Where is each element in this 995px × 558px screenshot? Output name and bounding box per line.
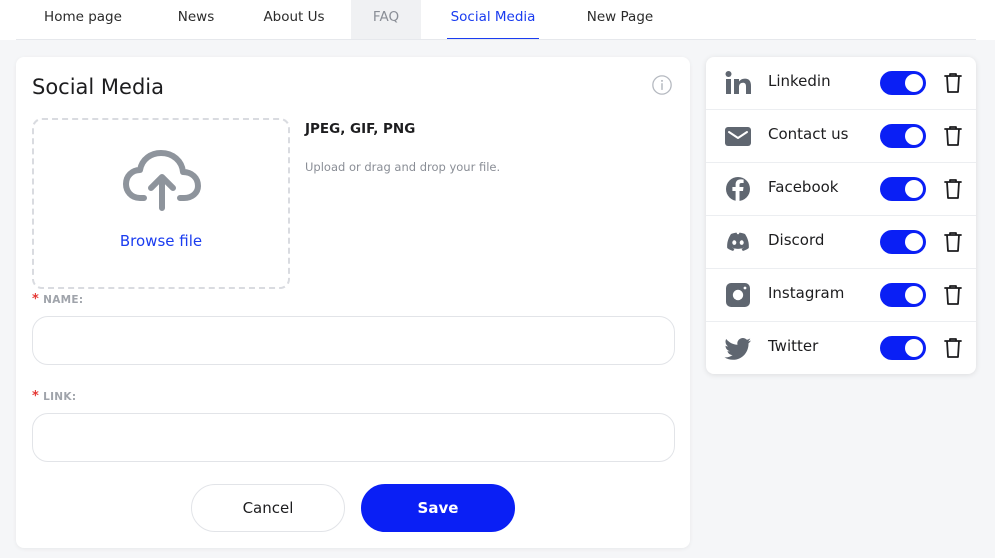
toggle-knob: [905, 74, 923, 92]
page-title: Social Media: [32, 75, 165, 99]
cloud-upload-icon: [123, 150, 201, 211]
toggle-knob: [905, 180, 923, 198]
tab-about-us[interactable]: About Us: [248, 0, 340, 40]
name-label-text: NAME:: [43, 294, 84, 306]
contact-us-label: Contact us: [768, 125, 849, 143]
tab-home-page[interactable]: Home page: [26, 0, 140, 40]
social-links-list: Linkedin Contact us Facebook Discord Ins…: [706, 57, 976, 374]
delete-twitter-trash-icon[interactable]: [943, 337, 963, 359]
facebook-icon: [726, 177, 750, 201]
tab-bar-divider: [16, 39, 976, 40]
file-drop-zone[interactable]: Browse file: [32, 118, 290, 289]
delete-discord-trash-icon[interactable]: [943, 231, 963, 253]
list-item-instagram: Instagram: [706, 269, 976, 322]
twitter-icon: [724, 338, 751, 360]
required-mark: *: [32, 389, 40, 404]
list-item-linkedin: Linkedin: [706, 57, 976, 110]
list-item-facebook: Facebook: [706, 163, 976, 216]
mail-icon: [725, 127, 751, 146]
delete-linkedin-trash-icon[interactable]: [943, 72, 963, 94]
discord-toggle[interactable]: [880, 230, 926, 254]
tab-faq[interactable]: FAQ: [351, 0, 421, 40]
linkedin-toggle[interactable]: [880, 71, 926, 95]
twitter-label: Twitter: [768, 337, 819, 355]
toggle-knob: [905, 339, 923, 357]
tab-new-page[interactable]: New Page: [572, 0, 668, 40]
save-button[interactable]: Save: [361, 484, 515, 532]
upload-hint: Upload or drag and drop your file.: [305, 160, 501, 174]
accepted-formats: JPEG, GIF, PNG: [305, 121, 416, 137]
tab-news[interactable]: News: [162, 0, 230, 40]
tab-social-media[interactable]: Social Media: [447, 0, 539, 40]
toggle-knob: [905, 127, 923, 145]
browse-file-link[interactable]: Browse file: [34, 232, 288, 250]
link-field-label: * LINK:: [32, 389, 76, 404]
toggle-knob: [905, 233, 923, 251]
toggle-knob: [905, 286, 923, 304]
list-item-twitter: Twitter: [706, 322, 976, 375]
delete-instagram-trash-icon[interactable]: [943, 284, 963, 306]
instagram-toggle[interactable]: [880, 283, 926, 307]
tab-bar: Home page News About Us FAQ Social Media…: [0, 0, 995, 40]
required-mark: *: [32, 292, 40, 307]
instagram-icon: [726, 283, 750, 307]
delete-facebook-trash-icon[interactable]: [943, 178, 963, 200]
discord-label: Discord: [768, 231, 825, 249]
social-media-form-card: Social Media Browse file JPEG, GIF, PNG …: [16, 57, 690, 548]
name-input[interactable]: [32, 316, 675, 365]
discord-icon: [727, 232, 749, 251]
facebook-label: Facebook: [768, 178, 839, 196]
contact-us-toggle[interactable]: [880, 124, 926, 148]
list-item-discord: Discord: [706, 216, 976, 269]
linkedin-label: Linkedin: [768, 72, 831, 90]
twitter-toggle[interactable]: [880, 336, 926, 360]
list-item-contact-us: Contact us: [706, 110, 976, 163]
linkedin-icon: [725, 71, 751, 94]
info-icon[interactable]: [651, 74, 673, 96]
link-label-text: LINK:: [43, 391, 77, 403]
name-field-label: * NAME:: [32, 292, 83, 307]
instagram-label: Instagram: [768, 284, 845, 302]
link-input[interactable]: [32, 413, 675, 462]
delete-contact-us-trash-icon[interactable]: [943, 125, 963, 147]
cancel-button[interactable]: Cancel: [191, 484, 345, 532]
facebook-toggle[interactable]: [880, 177, 926, 201]
